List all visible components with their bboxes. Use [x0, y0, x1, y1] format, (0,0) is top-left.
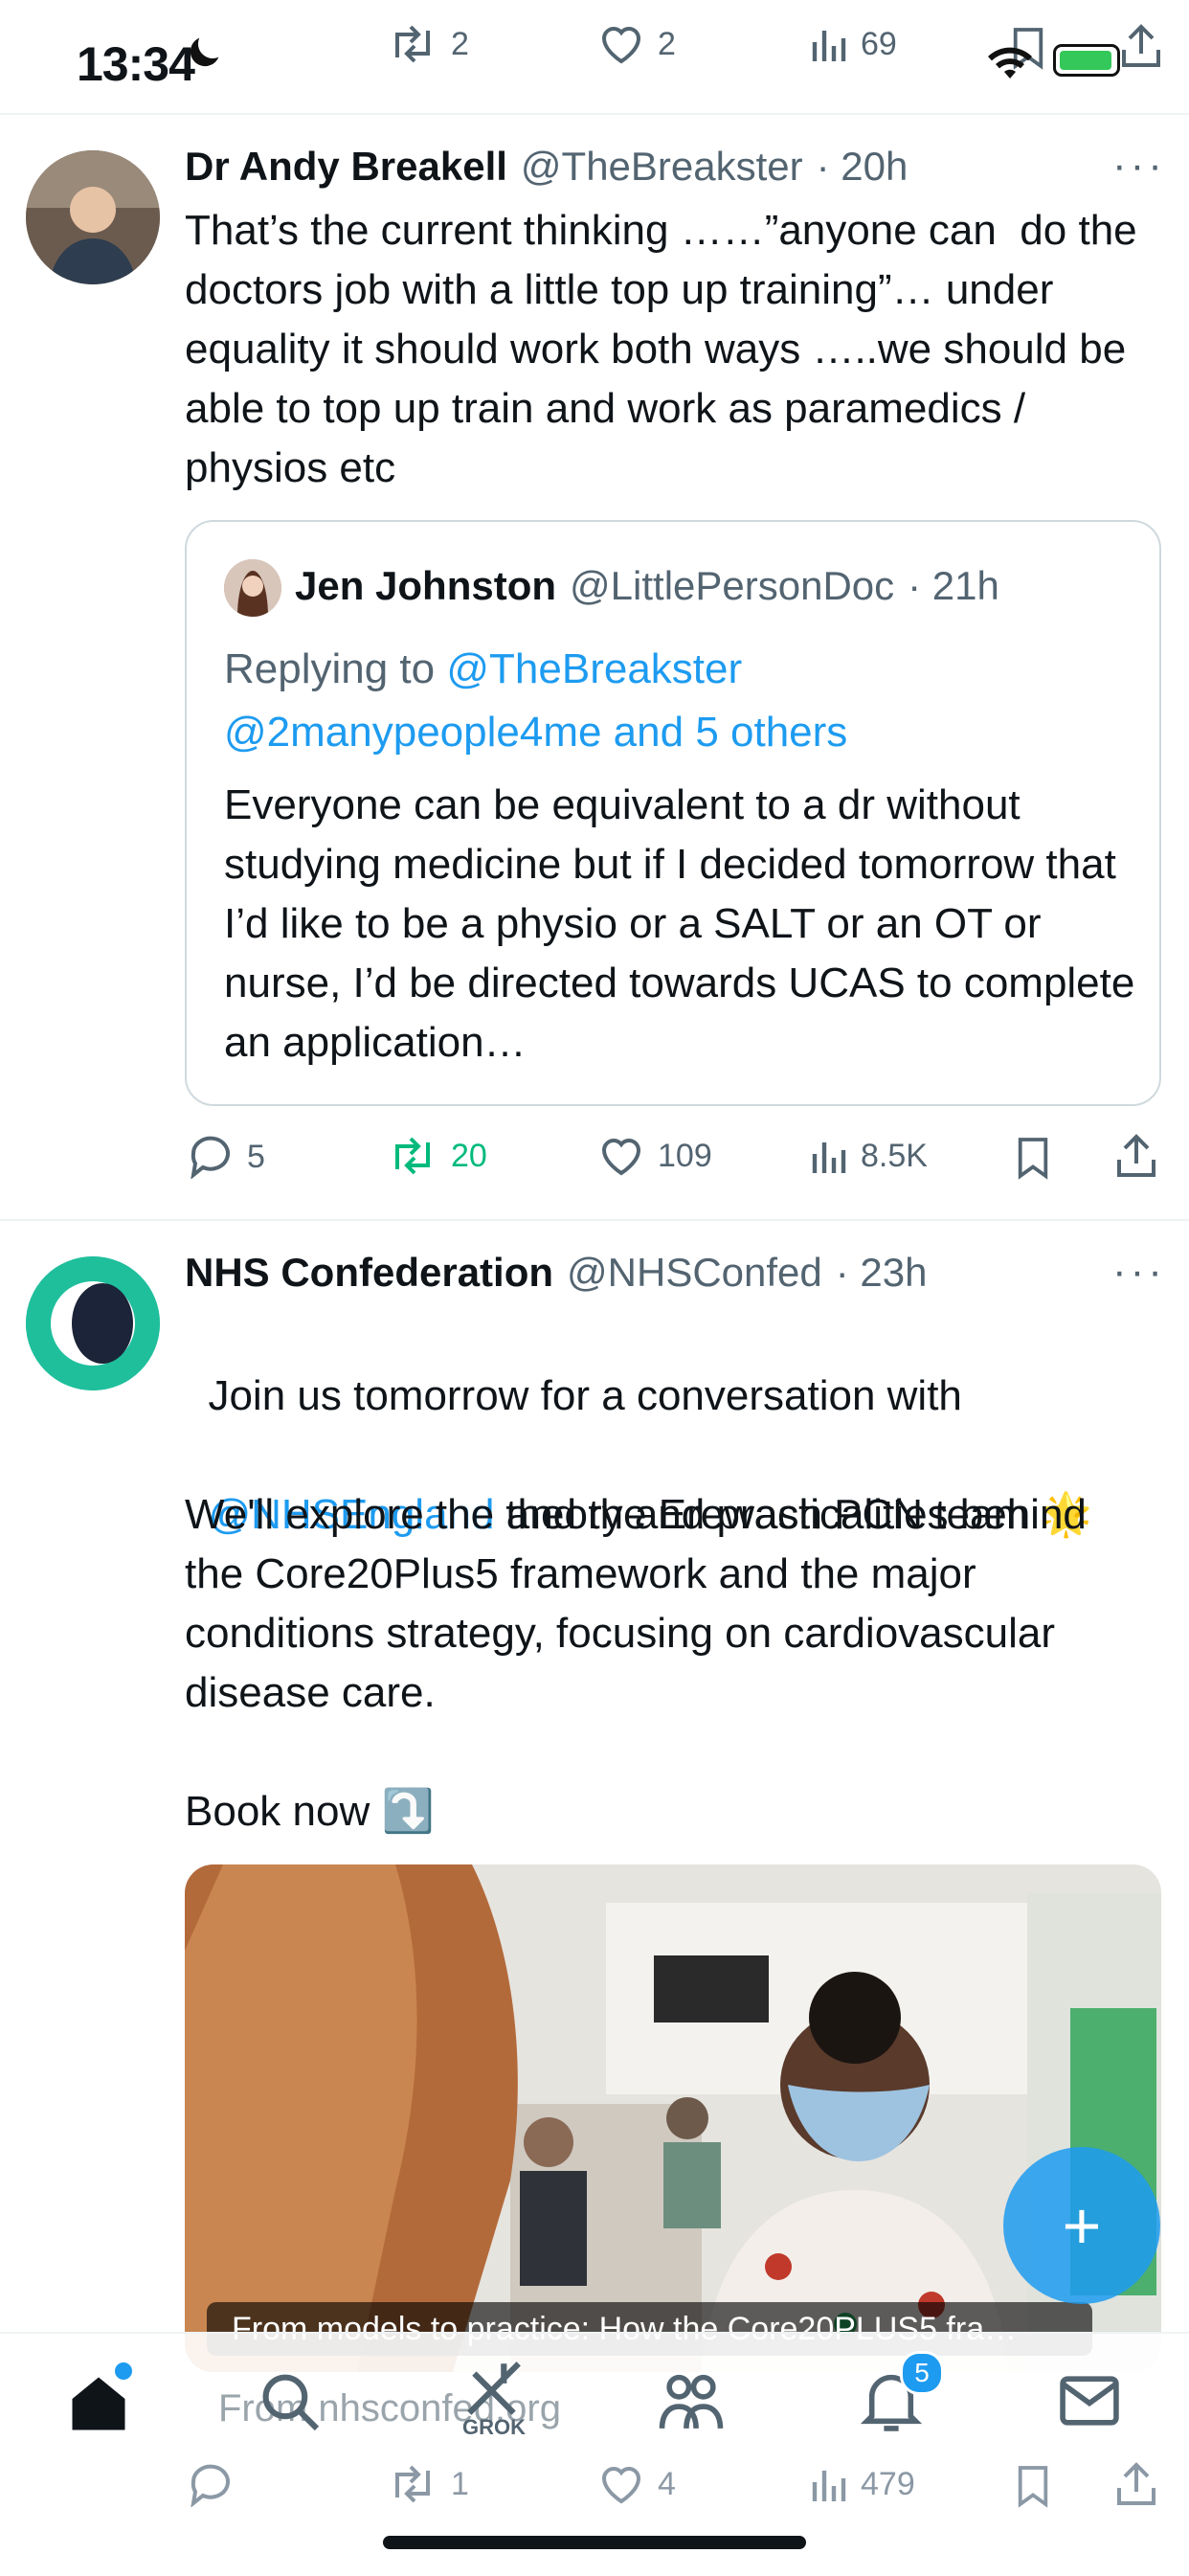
author-handle[interactable]: @NHSConfed: [567, 1250, 822, 1296]
reply-icon: [188, 1135, 234, 1179]
bookmark-icon[interactable]: [1015, 1135, 1051, 1181]
like-count: 4: [658, 2465, 676, 2502]
author-name[interactable]: Dr Andy Breakell: [185, 144, 507, 190]
retweet-icon: [388, 1135, 437, 1177]
retweet-count: 1: [451, 2465, 469, 2502]
top-retweet-count: 2: [451, 25, 469, 62]
more-options-icon[interactable]: ···: [1112, 142, 1166, 190]
book-now-text: Book now ⤵️: [185, 1788, 435, 1835]
notifications-badge: 5: [900, 2351, 944, 2395]
top-like-count: 2: [658, 25, 676, 62]
grok-tab[interactable]: GROK: [460, 2358, 528, 2440]
reply-count: 5: [247, 1138, 265, 1175]
mail-icon: [1058, 2373, 1121, 2429]
views-button[interactable]: 8.5K: [809, 1135, 928, 1177]
tweet-divider: [0, 1219, 1189, 1221]
wifi-icon: [986, 46, 1034, 80]
reply-button[interactable]: 5: [188, 1135, 265, 1179]
replying-others-link[interactable]: @2manypeople4me and 5 others: [224, 709, 847, 756]
replying-user-link[interactable]: @TheBreakster: [446, 645, 742, 692]
like-button[interactable]: 4: [598, 2463, 676, 2505]
heart-icon: [598, 1135, 644, 1177]
retweet-button[interactable]: 1: [388, 2463, 469, 2505]
quote-header: Jen Johnston @LittlePersonDoc · 21h: [295, 563, 999, 609]
home-icon: [65, 2370, 132, 2437]
moon-icon: [182, 31, 226, 75]
retweet-button[interactable]: 20: [388, 1135, 487, 1177]
like-button[interactable]: 109: [598, 1135, 712, 1177]
retweet-icon: [388, 2463, 437, 2505]
share-icon[interactable]: [1120, 23, 1162, 69]
views-count: 8.5K: [861, 1137, 928, 1174]
replying-prefix: Replying to: [224, 645, 447, 692]
bookmark-icon[interactable]: [1015, 2463, 1051, 2509]
reply-icon: [188, 2463, 234, 2507]
author-name[interactable]: NHS Confederation: [185, 1250, 553, 1296]
battery-icon: [1053, 44, 1120, 77]
search-icon: [258, 2370, 322, 2433]
replying-to: Replying to @TheBreakster @2manypeople4m…: [224, 638, 847, 764]
plus-icon: +: [1062, 2188, 1102, 2263]
link-card-image[interactable]: [185, 1864, 1161, 2372]
heart-icon: [598, 2463, 644, 2505]
views-icon: [809, 1135, 847, 1177]
grok-icon: [460, 2358, 528, 2419]
home-indicator: [383, 2536, 806, 2549]
top-views-button[interactable]: 69: [809, 23, 897, 65]
views-icon: [809, 23, 847, 65]
quote-author-name: Jen Johnston: [295, 563, 557, 608]
tweet-time: · 23h: [835, 1250, 928, 1295]
home-unread-dot: [115, 2362, 132, 2380]
quote-avatar: [224, 559, 281, 617]
views-button[interactable]: 479: [809, 2463, 915, 2505]
top-like-button[interactable]: 2: [598, 23, 676, 65]
notifications-tab[interactable]: 5: [860, 2351, 944, 2433]
tweet-time: · 20h: [816, 144, 909, 189]
views-icon: [809, 2463, 847, 2505]
communities-tab[interactable]: [657, 2370, 726, 2433]
share-icon[interactable]: [1115, 1133, 1157, 1179]
author-handle[interactable]: @TheBreakster: [521, 144, 803, 190]
retweet-count: 20: [451, 1137, 487, 1174]
heart-icon: [598, 23, 644, 65]
retweet-icon: [388, 23, 437, 65]
views-count: 479: [861, 2465, 915, 2502]
status-time: 13:34: [77, 37, 195, 91]
share-icon[interactable]: [1115, 2461, 1157, 2507]
top-retweet-button[interactable]: 2: [388, 23, 469, 65]
quote-text: Everyone can be equivalent to a dr witho…: [224, 781, 1147, 1066]
people-icon: [657, 2370, 726, 2433]
tweet-paragraph: We'll explore the theory and practicalit…: [185, 1491, 1099, 1716]
tweet-text: That’s the current thinking ……”anyone ca…: [185, 207, 1149, 491]
messages-tab[interactable]: [1058, 2373, 1121, 2429]
quote-author-handle: @LittlePersonDoc: [570, 563, 895, 608]
more-options-icon[interactable]: ···: [1112, 1248, 1166, 1296]
like-count: 109: [658, 1137, 712, 1174]
reply-button[interactable]: [188, 2463, 247, 2507]
avatar[interactable]: [26, 150, 160, 284]
grok-label: GROK: [462, 2415, 526, 2439]
tweet-header: Dr Andy Breakell @TheBreakster · 20h: [185, 144, 908, 190]
tweet-header: NHS Confederation @NHSConfed · 23h: [185, 1250, 928, 1296]
compose-button[interactable]: +: [1003, 2147, 1160, 2304]
search-tab[interactable]: [258, 2370, 322, 2433]
top-divider: [0, 113, 1189, 115]
quote-time: · 21h: [908, 563, 999, 608]
home-tab[interactable]: [65, 2362, 132, 2437]
tweet-line1: Join us tomorrow for a conversation with: [208, 1372, 962, 1419]
nhs-avatar[interactable]: [26, 1256, 160, 1390]
top-views-count: 69: [861, 25, 897, 62]
